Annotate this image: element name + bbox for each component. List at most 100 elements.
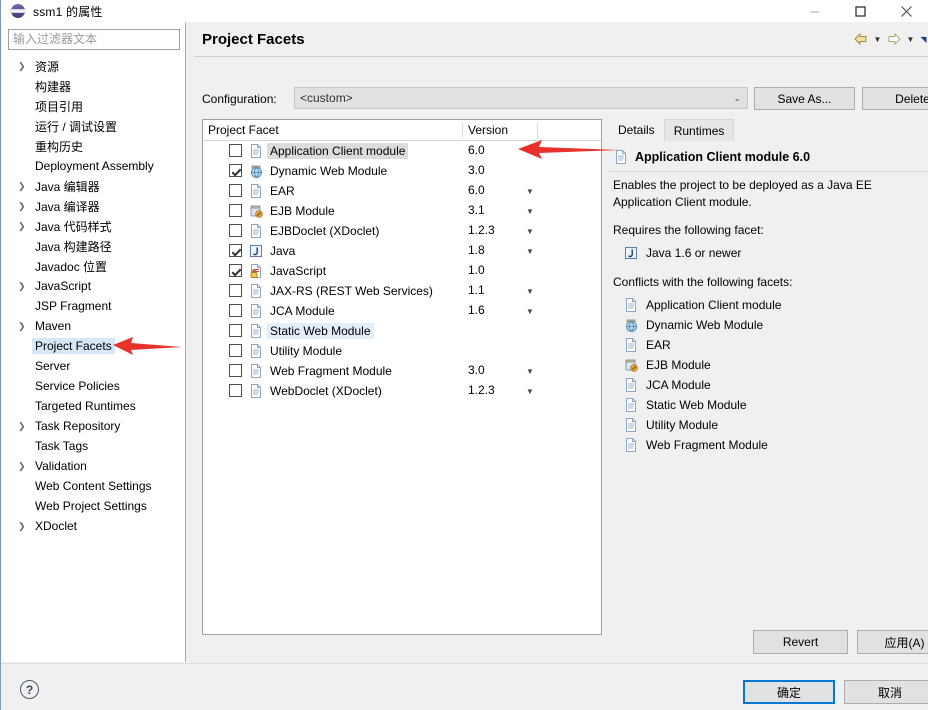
chevron-right-icon[interactable]: ❯ [18,201,32,211]
configuration-select[interactable]: <custom> ⌄ [294,87,748,109]
sidebar-item-jsp-fragment[interactable]: JSP Fragment [2,296,186,316]
sidebar-item-targeted-runtimes[interactable]: Targeted Runtimes [2,396,186,416]
sidebar-item-javadoc[interactable]: Javadoc 位置 [2,256,186,276]
list-item: JCA Module [623,375,928,395]
column-header-version[interactable]: Version [468,123,508,137]
revert-button[interactable]: Revert [753,630,848,654]
facet-checkbox[interactable] [229,264,242,277]
view-menu-icon[interactable]: ◥ [918,30,928,48]
sidebar-item-[interactable]: 运行 / 调试设置 [2,116,186,136]
filter-input[interactable]: 输入过滤器文本 [8,29,180,50]
chevron-right-icon[interactable]: ❯ [18,461,32,471]
facet-version: 6.0 [468,183,485,197]
facet-checkbox[interactable] [229,284,242,297]
maximize-icon[interactable] [837,0,883,22]
close-icon[interactable] [883,0,928,22]
table-row[interactable]: JAX-RS (REST Web Services) 1.1 ▼ [203,281,601,301]
project-facets-page: Project Facets ▼ ▼ ◥ Configuration: <cus… [194,22,928,662]
table-row[interactable]: Dynamic Web Module 3.0 [203,161,601,181]
pane-splitter[interactable] [186,22,194,662]
details-divider [609,171,928,172]
sidebar-item-[interactable]: ❯ 资源 [2,56,186,76]
apply-button[interactable]: 应用(A) [857,630,928,654]
chevron-right-icon[interactable]: ❯ [18,281,32,291]
chevron-down-icon: ⌄ [733,93,741,103]
column-divider[interactable] [537,122,538,139]
sidebar-item-server[interactable]: Server [2,356,186,376]
version-dropdown-icon[interactable]: ▼ [523,363,537,379]
table-row[interactable]: WebDoclet (XDoclet) 1.2.3 ▼ [203,381,601,401]
facet-checkbox[interactable] [229,344,242,357]
save-as-button[interactable]: Save As... [754,87,855,110]
sidebar-item-web-project-settings[interactable]: Web Project Settings [2,496,186,516]
table-row[interactable]: JavaScript 1.0 [203,261,601,281]
version-dropdown-icon[interactable]: ▼ [523,243,537,259]
sidebar-item-[interactable]: 项目引用 [2,96,186,116]
facet-checkbox[interactable] [229,244,242,257]
chevron-right-icon[interactable]: ❯ [18,521,32,531]
back-dropdown-icon[interactable]: ▼ [872,30,883,48]
sidebar-item-xdoclet[interactable]: ❯ XDoclet [2,516,186,536]
facet-checkbox[interactable] [229,144,242,157]
chevron-right-icon[interactable]: ❯ [18,181,32,191]
table-row[interactable]: EJBDoclet (XDoclet) 1.2.3 ▼ [203,221,601,241]
help-icon[interactable]: ? [20,680,39,699]
sidebar-item-java[interactable]: Java 构建路径 [2,236,186,256]
facet-checkbox[interactable] [229,204,242,217]
forward-arrow-icon[interactable] [885,30,903,48]
chevron-right-icon[interactable]: ❯ [18,61,32,71]
sidebar-item-web-content-settings[interactable]: Web Content Settings [2,476,186,496]
table-row[interactable]: JCA Module 1.6 ▼ [203,301,601,321]
sidebar-item-deployment-assembly[interactable]: Deployment Assembly [2,156,186,176]
sidebar-item-label: Maven [35,319,72,333]
chevron-right-icon[interactable]: ❯ [18,321,32,331]
sidebar-item-java[interactable]: ❯ Java 编译器 [2,196,186,216]
facet-checkbox[interactable] [229,184,242,197]
sidebar-item-javascript[interactable]: ❯ JavaScript [2,276,186,296]
chevron-right-icon[interactable]: ❯ [18,421,32,431]
back-arrow-icon[interactable] [852,30,870,48]
delete-button[interactable]: Delete [862,87,928,110]
sidebar-item-project-facets[interactable]: Project Facets [2,336,186,356]
facet-checkbox[interactable] [229,304,242,317]
version-dropdown-icon[interactable]: ▼ [523,143,537,159]
sidebar-item-validation[interactable]: ❯ Validation [2,456,186,476]
sidebar-item-service-policies[interactable]: Service Policies [2,376,186,396]
table-row[interactable]: Application Client module 6.0 ▼ [203,141,601,161]
tab-runtimes[interactable]: Runtimes [663,119,735,141]
sidebar-item-java[interactable]: ❯ Java 代码样式 [2,216,186,236]
cancel-button[interactable]: 取消 [844,680,928,704]
version-dropdown-icon[interactable]: ▼ [523,183,537,199]
minimize-icon[interactable] [791,0,837,22]
version-dropdown-icon[interactable]: ▼ [523,223,537,239]
sidebar-item-[interactable]: 构建器 [2,76,186,96]
version-dropdown-icon[interactable]: ▼ [523,383,537,399]
table-row[interactable]: EJB Module 3.1 ▼ [203,201,601,221]
chevron-right-icon[interactable]: ❯ [18,221,32,231]
document-icon [248,303,264,319]
sidebar-item-task-tags[interactable]: Task Tags [2,436,186,456]
table-row[interactable]: Java 1.8 ▼ [203,241,601,261]
tab-details[interactable]: Details [609,119,664,141]
version-dropdown-icon[interactable]: ▼ [523,203,537,219]
forward-dropdown-icon[interactable]: ▼ [905,30,916,48]
sidebar-item-task-repository[interactable]: ❯ Task Repository [2,416,186,436]
facet-checkbox[interactable] [229,224,242,237]
column-header-project-facet[interactable]: Project Facet [208,123,279,137]
table-row[interactable]: EAR 6.0 ▼ [203,181,601,201]
table-row[interactable]: Web Fragment Module 3.0 ▼ [203,361,601,381]
sidebar-item-[interactable]: 重构历史 [2,136,186,156]
facet-checkbox[interactable] [229,364,242,377]
sidebar-item-java[interactable]: ❯ Java 编辑器 [2,176,186,196]
facet-checkbox[interactable] [229,164,242,177]
version-dropdown-icon[interactable]: ▼ [523,283,537,299]
facet-checkbox[interactable] [229,384,242,397]
table-row[interactable]: Utility Module [203,341,601,361]
facet-checkbox[interactable] [229,324,242,337]
sidebar-item-maven[interactable]: ❯ Maven [2,316,186,336]
ok-button[interactable]: 确定 [743,680,835,704]
table-row[interactable]: Static Web Module [203,321,601,341]
facet-version: 1.8 [468,243,485,257]
column-divider[interactable] [462,122,463,139]
version-dropdown-icon[interactable]: ▼ [523,303,537,319]
